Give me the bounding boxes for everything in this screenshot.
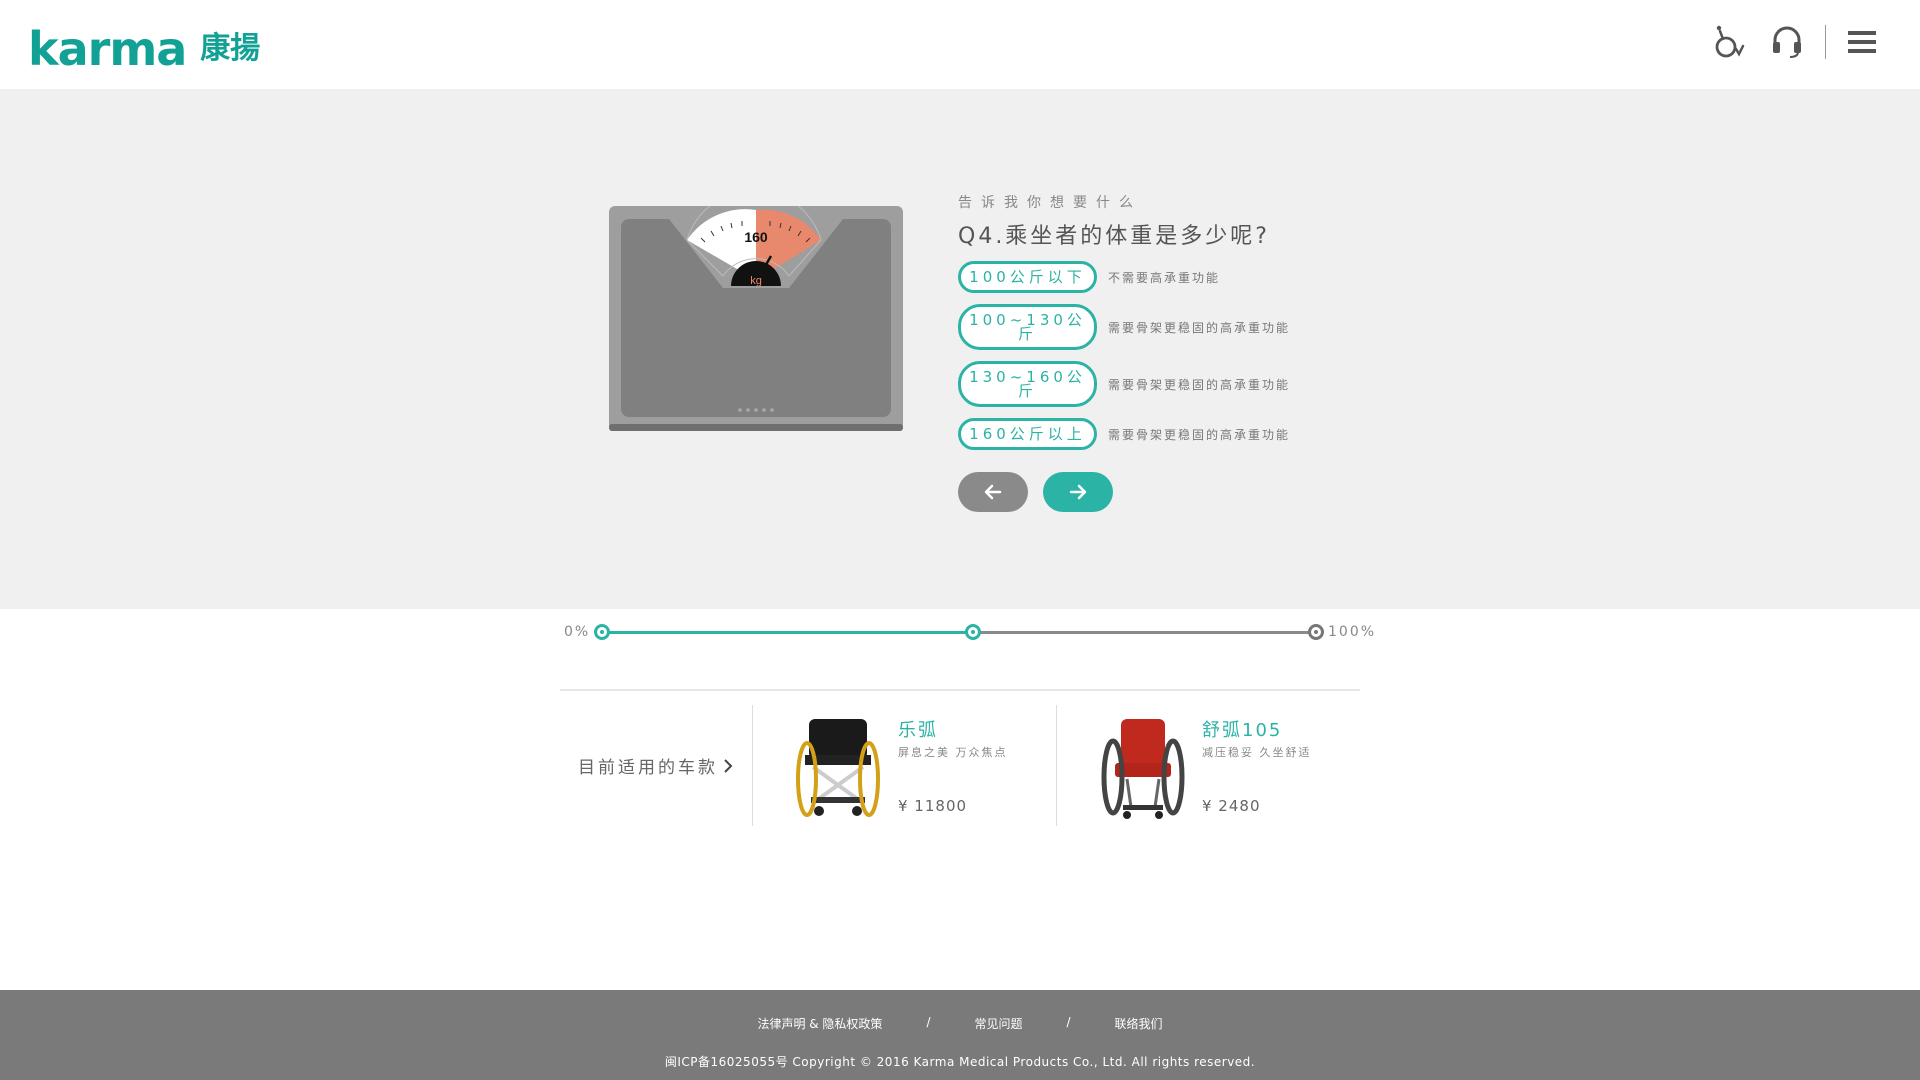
footer-copyright: 闽ICP备16025055号 Copyright © 2016 Karma Me… bbox=[664, 1055, 1256, 1069]
model-price: ¥ 2480 bbox=[1202, 797, 1261, 815]
option-row: 130~160公斤 需要骨架更稳固的高承重功能 bbox=[958, 361, 1378, 407]
header: karma 康揚 bbox=[0, 0, 1920, 89]
option-note: 需要骨架更稳固的高承重功能 bbox=[1108, 427, 1291, 442]
option-row: 100公斤以下 不需要高承重功能 bbox=[958, 261, 1378, 293]
wheelchair-icon[interactable] bbox=[1711, 24, 1747, 60]
footer-separator: / bbox=[1066, 1015, 1071, 1029]
question-title: Q4.乘坐者的体重是多少呢? bbox=[958, 224, 1270, 249]
logo-chinese: 康揚 bbox=[200, 31, 261, 66]
option-under-100kg-button[interactable]: 100公斤以下 bbox=[958, 261, 1097, 293]
footer-link-faq[interactable]: 常见问题 bbox=[974, 1015, 1022, 1032]
progress-track bbox=[602, 631, 1316, 634]
option-row: 100~130公斤 需要骨架更稳固的高承重功能 bbox=[958, 304, 1378, 350]
matching-models: 目前适用的车款 乐弧 屏息之美 万众焦点 ¥ 11800 舒弧105 减压稳妥 … bbox=[560, 705, 1360, 826]
section-divider bbox=[560, 689, 1360, 691]
option-note: 不需要高承重功能 bbox=[1108, 270, 1221, 285]
weight-scale-illustration: 160 kg bbox=[609, 206, 903, 431]
progress-end-label: 100% bbox=[1328, 624, 1377, 640]
progress-current-dot bbox=[965, 624, 982, 640]
progress-fill bbox=[602, 631, 974, 634]
footer-separator: / bbox=[926, 1015, 931, 1029]
footer-links: 法律声明 & 隐私权政策 / 常见问题 / 联络我们 bbox=[0, 1015, 1920, 1032]
wheelchair-red-image bbox=[1101, 719, 1185, 819]
footer-link-contact[interactable]: 联络我们 bbox=[1115, 1015, 1163, 1032]
karma-logo[interactable]: karma 康揚 bbox=[28, 26, 260, 72]
option-100-130kg-button[interactable]: 100~130公斤 bbox=[958, 304, 1097, 350]
header-divider bbox=[1825, 25, 1826, 59]
wheelchair-black-image bbox=[796, 719, 880, 817]
model-card[interactable]: 乐弧 屏息之美 万众焦点 ¥ 11800 bbox=[753, 705, 1056, 826]
option-note: 需要骨架更稳固的高承重功能 bbox=[1108, 320, 1291, 335]
headset-icon[interactable] bbox=[1769, 24, 1805, 60]
footer-link-legal-privacy[interactable]: 法律声明 & 隐私权政策 bbox=[757, 1015, 882, 1032]
next-button[interactable] bbox=[1043, 472, 1113, 512]
model-name: 舒弧105 bbox=[1202, 720, 1283, 741]
header-actions bbox=[1711, 24, 1880, 60]
scale-reading: 160 bbox=[744, 229, 768, 245]
question-panel: 告诉我你想要什么 Q4.乘坐者的体重是多少呢? 100公斤以下 不需要高承重功能… bbox=[958, 192, 1378, 512]
option-row: 160公斤以上 需要骨架更稳固的高承重功能 bbox=[958, 418, 1378, 450]
question-section: 160 kg 告诉我你想要什么 Q4.乘坐者的体重是多少呢? 100公斤以下 不… bbox=[0, 89, 1920, 609]
option-over-160kg-button[interactable]: 160公斤以上 bbox=[958, 418, 1097, 450]
question-tagline: 告诉我你想要什么 bbox=[958, 195, 1142, 211]
arrow-left-icon bbox=[984, 484, 1002, 500]
question-navigation bbox=[958, 472, 1378, 512]
option-130-160kg-button[interactable]: 130~160公斤 bbox=[958, 361, 1097, 407]
option-note: 需要骨架更稳固的高承重功能 bbox=[1108, 377, 1291, 392]
progress-start-dot bbox=[594, 624, 610, 640]
scale-unit: kg bbox=[750, 275, 762, 287]
quiz-progress: 0% 100% bbox=[560, 620, 1380, 644]
chevron-right-icon bbox=[724, 758, 733, 773]
model-description: 屏息之美 万众焦点 bbox=[898, 746, 1008, 759]
model-price: ¥ 11800 bbox=[898, 797, 968, 815]
progress-start-label: 0% bbox=[564, 624, 591, 640]
footer: 法律声明 & 隐私权政策 / 常见问题 / 联络我们 闽ICP备16025055… bbox=[0, 990, 1920, 1080]
matching-models-label: 目前适用的车款 bbox=[578, 758, 718, 778]
progress-end-dot bbox=[1308, 624, 1324, 640]
model-card[interactable]: 舒弧105 减压稳妥 久坐舒适 ¥ 2480 bbox=[1057, 705, 1360, 826]
arrow-right-icon bbox=[1069, 484, 1087, 500]
menu-icon[interactable] bbox=[1844, 24, 1880, 60]
logo-wordmark: karma bbox=[28, 22, 187, 76]
model-description: 减压稳妥 久坐舒适 bbox=[1202, 746, 1312, 759]
model-name: 乐弧 bbox=[898, 720, 938, 741]
matching-models-link[interactable]: 目前适用的车款 bbox=[560, 705, 752, 826]
previous-button[interactable] bbox=[958, 472, 1028, 512]
